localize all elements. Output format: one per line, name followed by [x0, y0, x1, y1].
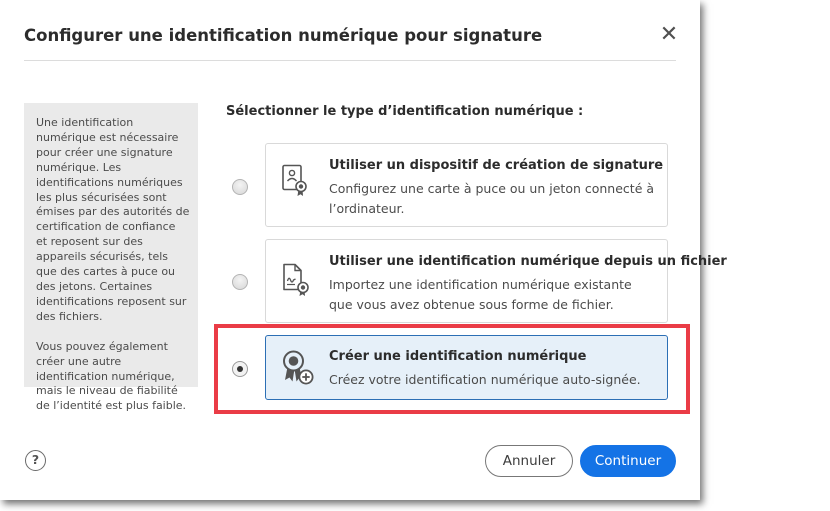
selection-label: Sélectionner le type d’identification nu… — [226, 104, 584, 119]
option-card-create-id[interactable]: Créer une identification numérique Créez… — [265, 335, 668, 400]
dialog-title: Configurer une identification numérique … — [24, 26, 543, 45]
option-card-signature-device[interactable]: Utiliser un dispositif de création de si… — [265, 143, 668, 227]
option-desc-create-id: Créez votre identification numérique aut… — [329, 372, 641, 387]
digital-id-dialog: Configurer une identification numérique … — [0, 0, 727, 500]
cancel-button[interactable]: Annuler — [485, 445, 573, 477]
radio-file-id[interactable] — [232, 274, 248, 290]
option-title-create-id: Créer une identification numérique — [329, 349, 587, 364]
title-divider — [24, 60, 676, 61]
info-panel: Une identification numérique est nécessa… — [24, 103, 198, 412]
radio-signature-device[interactable] — [232, 179, 248, 195]
info-paragraph-2: Vous pouvez également créer une autre id… — [36, 339, 187, 413]
option-desc-file-id: Importez une identification numérique ex… — [329, 277, 632, 312]
id-card-badge-icon — [282, 164, 307, 196]
info-paragraph-1: Une identification numérique est nécessa… — [36, 116, 190, 323]
award-ribbon-plus-icon — [283, 350, 314, 385]
option-title-file-id: Utiliser une identification numérique de… — [329, 254, 727, 269]
continue-button[interactable]: Continuer — [580, 445, 676, 477]
radio-create-id[interactable] — [232, 361, 248, 377]
close-icon[interactable]: ✕ — [655, 21, 683, 49]
option-card-file-id[interactable]: Utiliser une identification numérique de… — [265, 239, 727, 323]
help-icon[interactable]: ? — [25, 450, 46, 471]
option-title-signature-device: Utiliser un dispositif de création de si… — [329, 158, 664, 173]
option-desc-signature-device: Configurez une carte à puce ou un jeton … — [329, 181, 655, 216]
signed-file-icon — [283, 263, 309, 296]
